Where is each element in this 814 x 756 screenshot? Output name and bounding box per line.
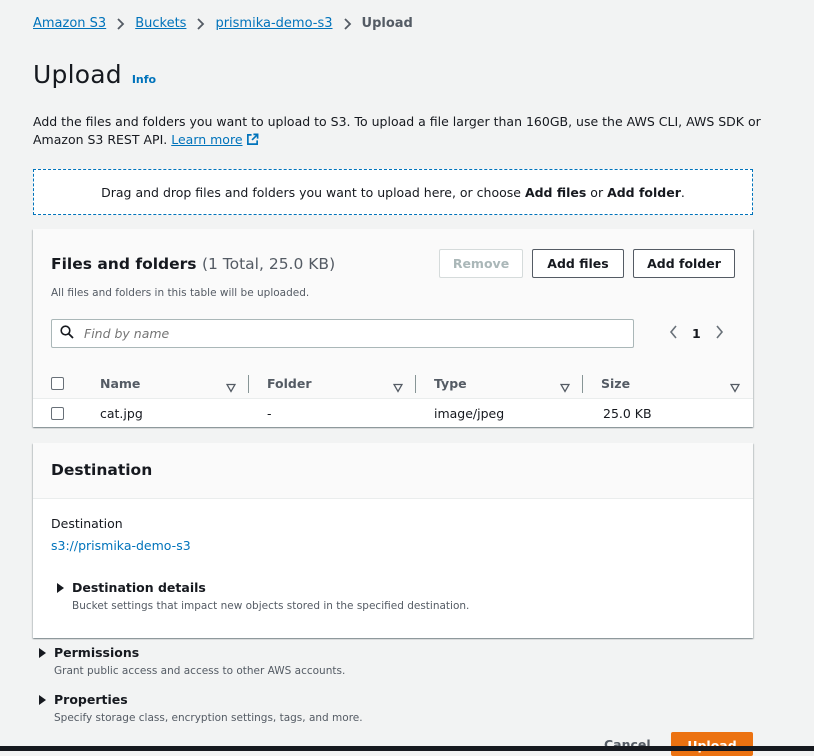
column-divider[interactable] [248,375,249,393]
page-title: Upload [33,60,122,89]
add-folder-button[interactable]: Add folder [633,249,735,278]
search-icon [60,324,74,343]
caret-right-icon[interactable] [39,648,46,658]
table-header: Name Folder Type Size [33,369,753,399]
next-page-icon[interactable] [715,325,724,342]
files-panel-header: Files and folders (1 Total, 25.0 KB) All… [33,229,753,369]
breadcrumb: Amazon S3 Buckets prismika-demo-s3 Uploa… [33,16,413,31]
column-header-size[interactable]: Size [601,369,630,398]
learn-more-link[interactable]: Learn more [171,132,242,147]
permissions-title[interactable]: Permissions [54,645,345,660]
pagination: 1 [669,325,724,342]
breadcrumb-bucket[interactable]: prismika-demo-s3 [215,16,332,31]
sort-caret-icon[interactable] [225,378,237,397]
add-files-button[interactable]: Add files [532,249,624,278]
sort-caret-icon[interactable] [392,378,404,397]
sort-caret-icon[interactable] [559,378,571,397]
breadcrumb-current: Upload [361,16,413,31]
file-type: image/jpeg [434,405,505,421]
file-size: 25.0 KB [603,405,652,421]
column-header-folder[interactable]: Folder [267,369,312,398]
description-text: Add the files and folders you want to up… [33,114,761,147]
info-link[interactable]: Info [132,73,156,86]
dropzone-or: or [586,184,608,200]
page-header: Upload Info [33,60,156,89]
files-panel-title: Files and folders (1 Total, 25.0 KB) [51,255,335,273]
row-checkbox[interactable] [51,399,64,427]
dropzone-text: Drag and drop files and folders you want… [101,184,521,200]
remove-button[interactable]: Remove [439,249,523,278]
caret-right-icon[interactable] [39,695,46,705]
external-link-icon[interactable] [246,133,259,151]
destination-uri-link[interactable]: s3://prismika-demo-s3 [51,538,191,553]
destination-title: Destination [51,461,153,479]
file-name: cat.jpg [100,405,143,421]
destination-header: Destination [33,443,753,499]
dropzone-add-files: Add files [524,184,587,200]
caret-right-icon[interactable] [57,583,64,593]
sort-caret-icon[interactable] [729,378,741,397]
upload-button[interactable]: Upload [671,732,753,756]
files-panel-subtitle: All files and folders in this table will… [51,287,310,299]
destination-panel: Destination Destination s3://prismika-de… [33,443,753,638]
column-divider[interactable] [415,375,416,393]
window-bottom-edge [0,746,814,751]
column-divider[interactable] [582,375,583,393]
chevron-right-icon [196,17,205,30]
upload-dropzone[interactable]: Drag and drop files and folders you want… [33,169,753,215]
previous-page-icon[interactable] [669,325,678,342]
chevron-right-icon [343,17,352,30]
search-box[interactable] [51,319,634,348]
table-row: cat.jpg - image/jpeg 25.0 KB [33,399,753,427]
search-input[interactable] [82,325,582,342]
permissions-expander[interactable]: Permissions Grant public access and acce… [39,645,345,677]
properties-expander[interactable]: Properties Specify storage class, encryp… [39,692,363,724]
properties-desc: Specify storage class, encryption settin… [54,712,363,724]
chevron-right-icon [116,17,125,30]
destination-details-desc: Bucket settings that impact new objects … [72,600,470,612]
breadcrumb-buckets[interactable]: Buckets [135,16,186,31]
breadcrumb-amazon-s3[interactable]: Amazon S3 [33,16,106,31]
column-header-type[interactable]: Type [434,369,467,398]
page-description: Add the files and folders you want to up… [33,113,763,151]
files-and-folders-panel: Files and folders (1 Total, 25.0 KB) All… [33,229,753,427]
destination-details-expander[interactable]: Destination details Bucket settings that… [57,580,469,612]
destination-label: Destination [51,516,123,531]
file-folder: - [267,405,272,421]
files-count: (1 Total, 25.0 KB) [201,255,336,273]
dropzone-period: . [680,184,685,200]
page-number[interactable]: 1 [692,326,701,341]
select-all-checkbox[interactable] [51,369,64,398]
properties-title[interactable]: Properties [54,692,363,707]
column-header-name[interactable]: Name [100,369,140,398]
permissions-desc: Grant public access and access to other … [54,665,346,677]
files-title-text: Files and folders [51,255,197,273]
dropzone-add-folder: Add folder [607,184,681,200]
destination-details-title[interactable]: Destination details [72,580,469,595]
